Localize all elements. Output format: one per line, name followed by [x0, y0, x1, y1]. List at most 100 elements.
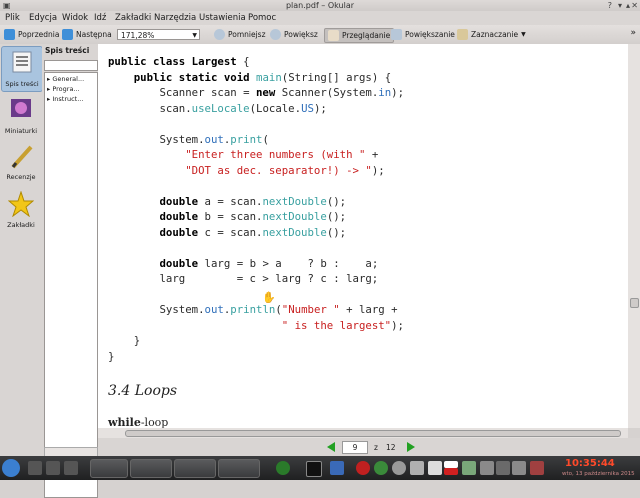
toc-search-input[interactable] [44, 60, 98, 71]
sidebar-tab-reviews[interactable]: Recenzje [1, 140, 41, 184]
task-button[interactable] [130, 459, 172, 478]
hand-cursor-icon: ✋ [262, 291, 276, 304]
expand-arrow-icon[interactable]: ▸ [47, 85, 50, 93]
next-label: Następna [76, 30, 112, 39]
code-line: " is the largest"); [281, 318, 404, 332]
maximize-icon[interactable]: ▴ [626, 0, 630, 11]
next-page-arrow-icon[interactable] [406, 442, 416, 452]
clock-time[interactable]: 10:35:44 [565, 458, 615, 469]
page-number-input[interactable]: 9 [342, 441, 368, 454]
scrollbar-thumb[interactable] [630, 298, 639, 308]
task-button[interactable] [90, 459, 128, 478]
previous-page-button[interactable]: Poprzednia [4, 28, 59, 41]
download-icon[interactable] [410, 461, 424, 475]
zoom-in-button[interactable]: Powiększ [270, 28, 318, 41]
task-button[interactable] [218, 459, 260, 478]
browse-tool-button[interactable]: Przeglądanie [324, 28, 395, 43]
toc-panel-title: Spis treści [45, 46, 90, 55]
main-toolbar: Poprzednia Następna Pomniejsz Powiększ P… [0, 25, 640, 45]
task-button[interactable] [174, 459, 216, 478]
sidebar-tab-thumbnails[interactable]: Miniaturki [1, 94, 41, 138]
cloud-icon[interactable] [392, 461, 406, 475]
toc-icon [12, 51, 32, 73]
arrow-down-icon [62, 29, 73, 40]
window-menu-icon[interactable]: ▣ [3, 0, 11, 11]
sidebar-tab-bookmarks[interactable]: Zakładki [1, 188, 41, 232]
code-line: "DOT as dec. separator!) -> "); [185, 163, 385, 177]
minimize-icon[interactable]: ▾ [618, 0, 622, 11]
terminal-icon[interactable] [306, 461, 322, 477]
kde-menu-icon[interactable] [2, 459, 20, 477]
page-navigation-bar: 9 z 12 [98, 438, 640, 456]
hand-icon [328, 30, 339, 41]
sidebar-tab-toc[interactable]: Spis treści [1, 46, 43, 92]
code-line: Scanner scan = new Scanner(System.in); [108, 86, 405, 99]
zoom-in-label: Powiększ [284, 30, 318, 39]
toc-item[interactable]: ▸ Progra... [47, 85, 95, 93]
document-vertical-scrollbar[interactable] [628, 44, 640, 428]
zoom-value: 171,28% [121, 31, 155, 40]
close-icon[interactable]: ✕ [631, 0, 638, 11]
desktop-3-icon[interactable] [64, 461, 78, 475]
app-launcher-icon[interactable] [356, 461, 370, 475]
toc-tree: ▸ General... ▸ Progra... ▸ Instruct... [44, 72, 98, 498]
display-icon[interactable] [480, 461, 494, 475]
volume-icon[interactable] [496, 461, 510, 475]
menu-zakladki[interactable]: Zakładki [115, 12, 151, 24]
zoom-select[interactable]: 171,28% ▼ [117, 29, 200, 40]
chevron-down-icon: ▼ [192, 32, 197, 39]
zoom-in-icon [270, 29, 281, 40]
menu-edycja[interactable]: Edycja [29, 12, 57, 24]
window-titlebar: ▣ plan.pdf – Okular ? ▾ ▴ ✕ [0, 0, 640, 11]
code-line: } [108, 334, 141, 347]
toc-panel: Spis treści ▸ General... ▸ Progra... ▸ I… [42, 44, 98, 498]
language-flag-icon[interactable] [444, 461, 458, 468]
menu-narzedzia[interactable]: Narzędzia [154, 12, 196, 24]
reviews-tab-label: Recenzje [6, 173, 36, 181]
code-line: double b = scan.nextDouble(); [159, 210, 347, 223]
code-line: System.out.println("Number " + larg + [108, 303, 398, 316]
zoom-out-button[interactable]: Pomniejsz [214, 28, 266, 41]
menu-bar: Plik Edycja Widok Idź Zakładki Narzędzia… [0, 11, 640, 25]
bookmarks-tab-label: Zakładki [7, 221, 35, 229]
scissors-icon[interactable] [428, 461, 442, 475]
battery-icon[interactable] [512, 461, 526, 475]
magnify-tool-button[interactable]: Powiększanie [391, 28, 455, 41]
code-line: public class Largest { [108, 55, 250, 68]
app-launcher-icon[interactable] [374, 461, 388, 475]
select-tool-button[interactable]: Zaznaczanie ▼ [457, 28, 526, 41]
thumbnails-icon [11, 99, 31, 117]
code-line: public static void main(String[] args) { [133, 70, 392, 84]
app-launcher-icon[interactable] [276, 461, 290, 475]
menu-widok[interactable]: Widok [62, 12, 88, 24]
document-horizontal-scrollbar[interactable] [98, 428, 628, 438]
next-page-button[interactable]: Następna [62, 28, 112, 41]
code-line: System.out.print( [108, 132, 269, 146]
notification-icon[interactable] [530, 461, 544, 475]
page-separator: z [374, 443, 378, 452]
desktop-1-icon[interactable] [28, 461, 42, 475]
prev-page-arrow-icon[interactable] [326, 442, 336, 452]
menu-pomoc[interactable]: Pomoc [248, 12, 276, 24]
document-view[interactable]: public class Largest { public static voi… [98, 44, 628, 428]
expand-arrow-icon[interactable]: ▸ [47, 75, 50, 83]
help-icon[interactable]: ? [608, 0, 612, 11]
scrollbar-thumb[interactable] [125, 430, 621, 437]
app-launcher-icon[interactable] [330, 461, 344, 475]
toolbar-overflow-icon[interactable]: » [630, 28, 636, 38]
toc-item[interactable]: ▸ Instruct... [47, 95, 95, 103]
expand-arrow-icon[interactable]: ▸ [47, 95, 50, 103]
toc-item[interactable]: ▸ General... [47, 75, 95, 83]
menu-idz[interactable]: Idź [94, 12, 106, 24]
network-icon[interactable] [462, 461, 476, 475]
window-title: plan.pdf – Okular [285, 1, 355, 10]
code-line: double larg = b > a ? b : a; [159, 256, 379, 270]
desktop-2-icon[interactable] [46, 461, 60, 475]
menu-ustawienia[interactable]: Ustawienia [199, 12, 246, 24]
menu-plik[interactable]: Plik [5, 12, 20, 24]
section-heading: 3.4 Loops [108, 383, 178, 399]
subsection-heading: while-loop [108, 416, 168, 428]
thumbnails-tab-label: Miniaturki [4, 127, 38, 135]
